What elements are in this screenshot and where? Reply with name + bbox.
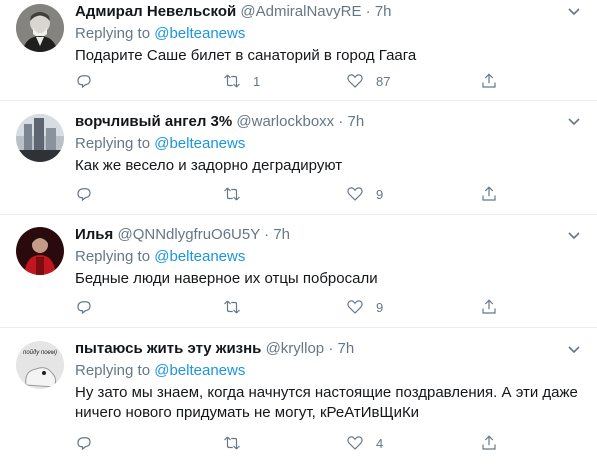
replying-to: Replying to @belteanews — [75, 24, 589, 44]
avatar[interactable] — [16, 114, 64, 162]
share-icon — [482, 299, 496, 314]
replying-label: Replying to — [75, 135, 151, 152]
author-name[interactable]: Адмирал Невельской — [75, 3, 236, 20]
reply-button[interactable] — [75, 185, 105, 203]
retweet-icon — [224, 74, 240, 88]
author-handle[interactable]: @QNNdlygfruO6U5Y — [117, 226, 260, 243]
author-name[interactable]: ворчливый ангел 3% — [75, 113, 232, 130]
heart-icon — [347, 187, 363, 201]
retweet-icon — [224, 436, 240, 450]
reply-icon — [77, 75, 91, 89]
author-handle[interactable]: @warlockboxx — [236, 113, 334, 130]
reply-icon — [77, 188, 91, 202]
author-name[interactable]: пытаюсь жить эту жизнь — [75, 340, 261, 357]
chevron-down-icon[interactable] — [567, 345, 581, 355]
heart-icon — [347, 436, 363, 450]
tweet-actions: 9 — [75, 185, 515, 205]
avatar[interactable]: пойду поем) — [16, 341, 64, 389]
tweet-content: Илья @QNNdlygfruO6U5Y · 7h Replying to @… — [75, 225, 589, 289]
tweet-actions: 1 87 — [75, 72, 515, 92]
replying-to: Replying to @belteanews — [75, 247, 589, 267]
heart-icon — [347, 300, 363, 314]
chevron-down-icon[interactable] — [567, 7, 581, 17]
share-icon — [482, 186, 496, 201]
tweet-content: Адмирал Невельской @AdmiralNavyRE · 7h R… — [75, 2, 589, 66]
retweet-button[interactable]: 1 — [223, 72, 260, 90]
tweet[interactable]: Илья @QNNdlygfruO6U5Y · 7h Replying to @… — [0, 215, 597, 328]
like-button[interactable]: 9 — [346, 298, 383, 316]
reply-button[interactable] — [75, 434, 105, 452]
mention-link[interactable]: @belteanews — [154, 362, 245, 379]
replying-label: Replying to — [75, 248, 151, 265]
timestamp[interactable]: 7h — [338, 340, 355, 357]
tweet-text: Бедные люди наверное их отцы побросали — [75, 270, 378, 287]
retweet-button[interactable] — [223, 298, 253, 316]
avatar-caption: пойду поем) — [23, 349, 57, 356]
tweet-actions: 4 — [75, 434, 515, 454]
like-button[interactable]: 9 — [346, 185, 383, 203]
replying-to: Replying to @belteanews — [75, 361, 589, 381]
mention-link[interactable]: @belteanews — [154, 25, 245, 42]
share-icon — [482, 435, 496, 450]
tweet[interactable]: пойду поем) пытаюсь жить эту жизнь @kryl… — [0, 328, 597, 468]
tweet-content: ворчливый ангел 3% @warlockboxx · 7h Rep… — [75, 112, 589, 176]
like-count: 87 — [376, 73, 391, 89]
tweet-content: пытаюсь жить эту жизнь @kryllop · 7h Rep… — [75, 339, 589, 423]
reply-icon — [77, 437, 91, 451]
separator-dot: · — [264, 226, 270, 243]
tweet-text: Ну зато мы знаем, когда начнутся настоящ… — [75, 384, 578, 421]
tweet-header: пытаюсь жить эту жизнь @kryllop · 7h — [75, 339, 589, 359]
tweet[interactable]: ворчливый ангел 3% @warlockboxx · 7h Rep… — [0, 101, 597, 215]
share-button[interactable] — [480, 434, 498, 452]
separator-dot: · — [338, 113, 344, 130]
tweet-header: ворчливый ангел 3% @warlockboxx · 7h — [75, 112, 589, 132]
like-count: 9 — [376, 186, 384, 202]
mention-link[interactable]: @belteanews — [154, 135, 245, 152]
share-button[interactable] — [480, 72, 498, 90]
timestamp[interactable]: 7h — [375, 3, 392, 20]
replying-label: Replying to — [75, 362, 151, 379]
retweet-icon — [224, 187, 240, 201]
tweet[interactable]: Адмирал Невельской @AdmiralNavyRE · 7h R… — [0, 0, 597, 101]
tweet-header: Илья @QNNdlygfruO6U5Y · 7h — [75, 225, 589, 245]
like-count: 4 — [376, 435, 384, 451]
replying-label: Replying to — [75, 25, 151, 42]
retweet-icon — [224, 300, 240, 314]
heart-icon — [347, 74, 363, 88]
share-button[interactable] — [480, 185, 498, 203]
tweet-text: Как же весело и задорно деградируют — [75, 157, 343, 174]
retweet-count: 1 — [253, 73, 261, 89]
separator-dot: · — [365, 3, 371, 20]
retweet-button[interactable] — [223, 185, 253, 203]
like-count: 9 — [376, 299, 384, 315]
tweet-actions: 9 — [75, 298, 515, 318]
author-handle[interactable]: @kryllop — [266, 340, 325, 357]
tweet-header: Адмирал Невельской @AdmiralNavyRE · 7h — [75, 2, 589, 22]
reply-button[interactable] — [75, 298, 105, 316]
timestamp[interactable]: 7h — [273, 226, 290, 243]
author-name[interactable]: Илья — [75, 226, 113, 243]
reply-button[interactable] — [75, 72, 105, 90]
replying-to: Replying to @belteanews — [75, 134, 589, 154]
mention-link[interactable]: @belteanews — [154, 248, 245, 265]
chevron-down-icon[interactable] — [567, 117, 581, 127]
avatar[interactable] — [16, 4, 64, 52]
timestamp[interactable]: 7h — [348, 113, 365, 130]
share-button[interactable] — [480, 298, 498, 316]
reply-icon — [77, 301, 91, 315]
tweet-text: Подарите Саше билет в санаторий в город … — [75, 47, 417, 64]
avatar[interactable] — [16, 227, 64, 275]
share-icon — [482, 73, 496, 88]
like-button[interactable]: 87 — [346, 72, 390, 90]
chevron-down-icon[interactable] — [567, 231, 581, 241]
separator-dot: · — [328, 340, 334, 357]
author-handle[interactable]: @AdmiralNavyRE — [240, 3, 361, 20]
retweet-button[interactable] — [223, 434, 253, 452]
like-button[interactable]: 4 — [346, 434, 383, 452]
